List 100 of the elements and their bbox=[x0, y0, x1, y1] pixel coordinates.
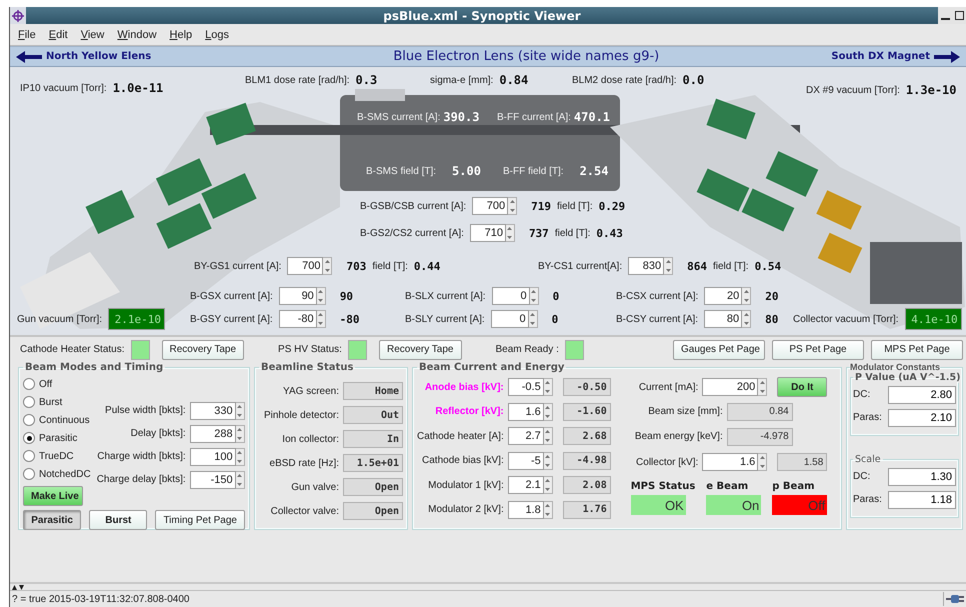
radio-button[interactable] bbox=[23, 450, 35, 462]
number-field[interactable]: 1.6 bbox=[702, 453, 758, 471]
app-icon[interactable] bbox=[10, 7, 26, 24]
spinner-arrows[interactable] bbox=[544, 402, 553, 421]
menu-item[interactable]: Edit bbox=[48, 28, 68, 40]
spinner-arrows[interactable] bbox=[508, 197, 518, 215]
constant-field[interactable]: 1.30 bbox=[888, 468, 956, 486]
number-field[interactable]: 2.1 bbox=[508, 476, 544, 494]
spinner-arrows[interactable] bbox=[236, 470, 245, 488]
beam-status: On bbox=[706, 495, 762, 515]
reading-label: BLM2 dose rate [rad/h]: bbox=[572, 74, 677, 86]
number-field[interactable]: -5 bbox=[508, 452, 544, 470]
number-field[interactable]: 90 bbox=[278, 287, 317, 305]
menu-item[interactable]: View bbox=[80, 28, 104, 40]
spinner-arrows[interactable] bbox=[742, 310, 752, 328]
split-arrows-icon[interactable] bbox=[12, 584, 24, 590]
constant-field[interactable]: 1.18 bbox=[888, 490, 956, 508]
magnet-label: BY-GS1 current [A]: bbox=[194, 260, 282, 272]
mode-button[interactable]: Burst bbox=[89, 510, 148, 530]
number-field[interactable]: 100 bbox=[190, 448, 236, 466]
previous-link[interactable]: North Yellow Elens bbox=[16, 50, 152, 62]
number-field[interactable]: 710 bbox=[470, 224, 506, 242]
radio-label[interactable]: Parasitic bbox=[39, 432, 78, 444]
number-field[interactable]: 700 bbox=[287, 257, 324, 275]
field-label: field [T]: bbox=[557, 200, 593, 212]
radio-label[interactable]: Burst bbox=[39, 396, 62, 408]
number-field[interactable]: 1.6 bbox=[508, 402, 544, 421]
spinner-arrows[interactable] bbox=[323, 257, 332, 275]
number-field[interactable]: 20 bbox=[704, 287, 742, 305]
radio-label[interactable]: Off bbox=[39, 378, 52, 390]
menu-item[interactable]: File bbox=[18, 28, 36, 40]
reading-value: 1.3e-10 bbox=[906, 83, 956, 97]
number-field[interactable]: 200 bbox=[702, 378, 758, 396]
next-link[interactable]: South DX Magnet bbox=[831, 50, 960, 62]
readback-value: 703 bbox=[346, 260, 366, 272]
number-field[interactable]: 330 bbox=[190, 402, 236, 420]
number-field[interactable]: 80 bbox=[704, 310, 742, 328]
spinner-arrows[interactable] bbox=[758, 378, 768, 396]
spinner-arrows[interactable] bbox=[742, 287, 752, 305]
page-button[interactable]: PS Pet Page bbox=[772, 340, 864, 360]
corrector-label: B-CSX current [A]: bbox=[616, 290, 698, 302]
recovery-tape-button[interactable]: Recovery Tape bbox=[378, 340, 462, 360]
page-button[interactable]: Gauges Pet Page bbox=[673, 340, 765, 360]
radio-button[interactable] bbox=[23, 396, 35, 408]
mode-button[interactable]: Parasitic bbox=[23, 510, 82, 530]
maximize-icon[interactable] bbox=[954, 11, 964, 20]
radio-label[interactable]: Continuous bbox=[39, 414, 90, 426]
number-field[interactable]: -0.5 bbox=[508, 378, 544, 396]
number-field[interactable]: 288 bbox=[190, 424, 236, 442]
radio-button[interactable] bbox=[23, 468, 35, 480]
number-field[interactable]: 830 bbox=[628, 257, 664, 275]
field-label: field [T]: bbox=[713, 260, 749, 272]
reading-value: 1.0e-11 bbox=[112, 81, 164, 95]
menu-item[interactable]: Logs bbox=[205, 28, 230, 40]
spinner-arrows[interactable] bbox=[236, 424, 245, 442]
menu-item[interactable]: Help bbox=[170, 28, 192, 40]
solenoid-value: 470.1 bbox=[574, 110, 610, 124]
number-field[interactable]: 1.8 bbox=[508, 500, 544, 519]
status-label: PS HV Status: bbox=[278, 344, 342, 355]
corrector-label: B-SLY current [A]: bbox=[405, 314, 485, 324]
spinner-arrows[interactable] bbox=[544, 452, 553, 470]
status-value: Open bbox=[343, 502, 403, 520]
constant-field[interactable]: 2.80 bbox=[888, 386, 956, 404]
recovery-tape-button[interactable]: Recovery Tape bbox=[162, 340, 244, 360]
right-arrow-icon bbox=[934, 50, 960, 62]
status-label: Beam Ready : bbox=[496, 344, 559, 355]
radio-button[interactable] bbox=[23, 414, 35, 426]
status-heading: MPS Status bbox=[630, 481, 696, 492]
status-label: Cathode Heater Status: bbox=[20, 344, 125, 355]
panel-title: Beam Modes and Timing bbox=[24, 362, 164, 373]
radio-label[interactable]: TrueDC bbox=[39, 450, 74, 462]
readback-value: 2.68 bbox=[562, 427, 611, 446]
number-field[interactable]: 700 bbox=[472, 197, 508, 215]
radio-button[interactable] bbox=[23, 378, 35, 390]
beam-energy-label: Beam energy [keV]: bbox=[634, 431, 723, 442]
readback-value: 737 bbox=[528, 226, 549, 240]
spinner-arrows[interactable] bbox=[544, 500, 553, 519]
number-field[interactable]: -150 bbox=[190, 470, 236, 488]
spinner-arrows[interactable] bbox=[758, 453, 768, 471]
page-button[interactable]: MPS Pet Page bbox=[871, 340, 963, 360]
radio-button[interactable] bbox=[23, 432, 35, 444]
spinner-arrows[interactable] bbox=[236, 402, 245, 420]
constant-field[interactable]: 2.10 bbox=[888, 408, 956, 426]
readback-value: 1.76 bbox=[562, 500, 611, 519]
spinner-arrows[interactable] bbox=[664, 257, 674, 275]
spinner-arrows[interactable] bbox=[236, 448, 245, 466]
status-heading: e Beam bbox=[706, 481, 750, 492]
make-live-button[interactable]: Make Live bbox=[23, 486, 83, 506]
do-it-button[interactable]: Do It bbox=[777, 377, 828, 397]
radio-label[interactable]: NotchedDC bbox=[39, 468, 91, 480]
field-label: field [T]: bbox=[372, 260, 408, 272]
status-heading: p Beam bbox=[772, 481, 816, 492]
solenoid-value: 2.54 bbox=[580, 164, 608, 178]
number-field[interactable]: -80 bbox=[278, 310, 317, 328]
timing-page-button[interactable]: Timing Pet Page bbox=[155, 510, 245, 530]
number-field[interactable]: 0 bbox=[490, 310, 529, 328]
solenoid-label: B-FF current [A]: bbox=[497, 112, 571, 122]
number-field[interactable]: 0 bbox=[492, 287, 530, 305]
menu-item[interactable]: Window bbox=[117, 28, 157, 40]
number-field[interactable]: 2.7 bbox=[508, 427, 544, 446]
